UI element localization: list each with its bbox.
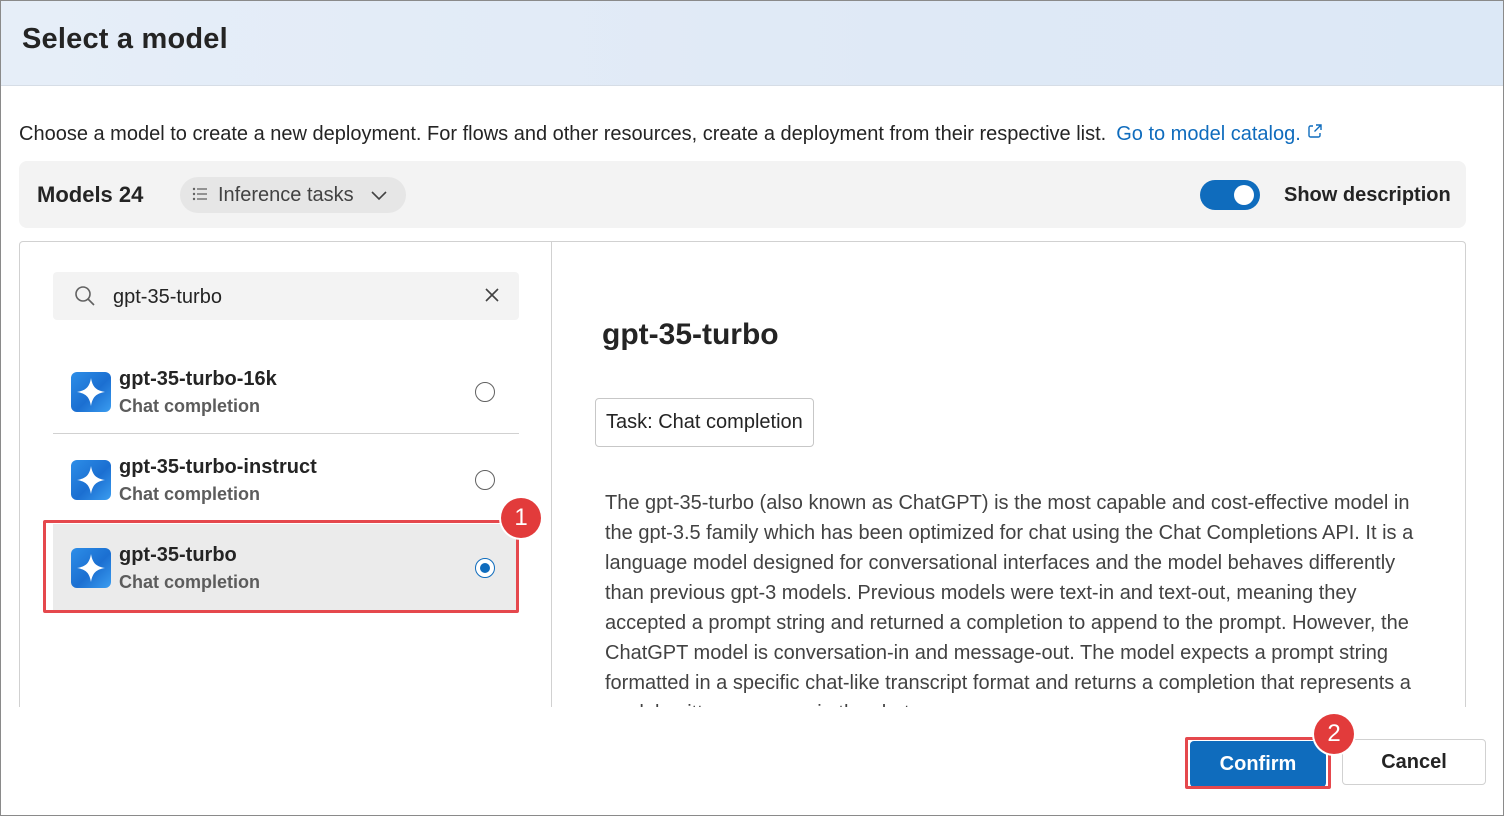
model-name: gpt-35-turbo-16k bbox=[119, 368, 277, 390]
cancel-button[interactable]: Cancel bbox=[1342, 739, 1486, 785]
models-count: Models 24 bbox=[37, 182, 144, 207]
intro-line: Choose a model to create a new deploymen… bbox=[19, 123, 1323, 146]
toggle-knob bbox=[1234, 185, 1254, 205]
model-name: gpt-35-turbo-instruct bbox=[119, 456, 317, 478]
search-box[interactable]: gpt-35-turbo bbox=[53, 272, 519, 320]
model-task: Chat completion bbox=[119, 572, 261, 592]
show-description-label: Show description bbox=[1284, 184, 1451, 206]
list-item-selected[interactable]: gpt-35-turbo Chat completion bbox=[53, 524, 519, 610]
list-filter-icon bbox=[192, 184, 208, 207]
search-icon bbox=[73, 284, 97, 313]
confirm-button[interactable]: Confirm bbox=[1190, 741, 1326, 787]
model-catalog-link[interactable]: Go to model catalog. bbox=[1116, 123, 1323, 145]
model-catalog-link-label: Go to model catalog. bbox=[1116, 123, 1301, 145]
dialog-title: Select a model bbox=[22, 23, 228, 55]
model-detail-pane: gpt-35-turbo Task: Chat completion The g… bbox=[552, 242, 1465, 707]
model-name: gpt-35-turbo bbox=[119, 544, 237, 566]
model-list-pane: gpt-35-turbo gpt-35-turbo-16k Chat compl… bbox=[20, 242, 552, 707]
filter-label: Inference tasks bbox=[218, 183, 354, 206]
list-item[interactable]: gpt-35-turbo-instruct Chat completion bbox=[53, 436, 519, 522]
select-model-dialog: Select a model Choose a model to create … bbox=[0, 0, 1504, 816]
dialog-header: Select a model bbox=[1, 1, 1503, 86]
model-task: Chat completion bbox=[119, 396, 261, 416]
step-badge-2: 2 bbox=[1314, 714, 1354, 754]
show-description-toggle[interactable] bbox=[1200, 180, 1260, 210]
intro-text: Choose a model to create a new deploymen… bbox=[19, 123, 1107, 145]
close-icon[interactable] bbox=[483, 286, 501, 309]
dialog-footer: Confirm Cancel bbox=[1, 707, 1503, 815]
models-toolbar: Models 24 Inference tasks Show descripti… bbox=[19, 161, 1466, 228]
step-badge-1: 1 bbox=[501, 498, 541, 538]
detail-title: gpt-35-turbo bbox=[602, 318, 779, 351]
search-input[interactable]: gpt-35-turbo bbox=[113, 286, 222, 309]
sparkle-icon bbox=[71, 460, 111, 500]
external-link-icon bbox=[1307, 122, 1323, 145]
model-radio[interactable] bbox=[475, 382, 495, 402]
model-description: The gpt-35-turbo (also known as ChatGPT)… bbox=[605, 492, 1414, 707]
model-task: Chat completion bbox=[119, 484, 261, 504]
sparkle-icon bbox=[71, 548, 111, 588]
task-chip: Task: Chat completion bbox=[595, 398, 814, 447]
sparkle-icon bbox=[71, 372, 111, 412]
models-panel: gpt-35-turbo gpt-35-turbo-16k Chat compl… bbox=[19, 241, 1466, 707]
model-radio-selected[interactable] bbox=[475, 558, 495, 578]
model-radio[interactable] bbox=[475, 470, 495, 490]
inference-tasks-filter[interactable]: Inference tasks bbox=[180, 177, 406, 213]
list-item[interactable]: gpt-35-turbo-16k Chat completion bbox=[53, 348, 519, 434]
chevron-down-icon bbox=[370, 184, 388, 207]
